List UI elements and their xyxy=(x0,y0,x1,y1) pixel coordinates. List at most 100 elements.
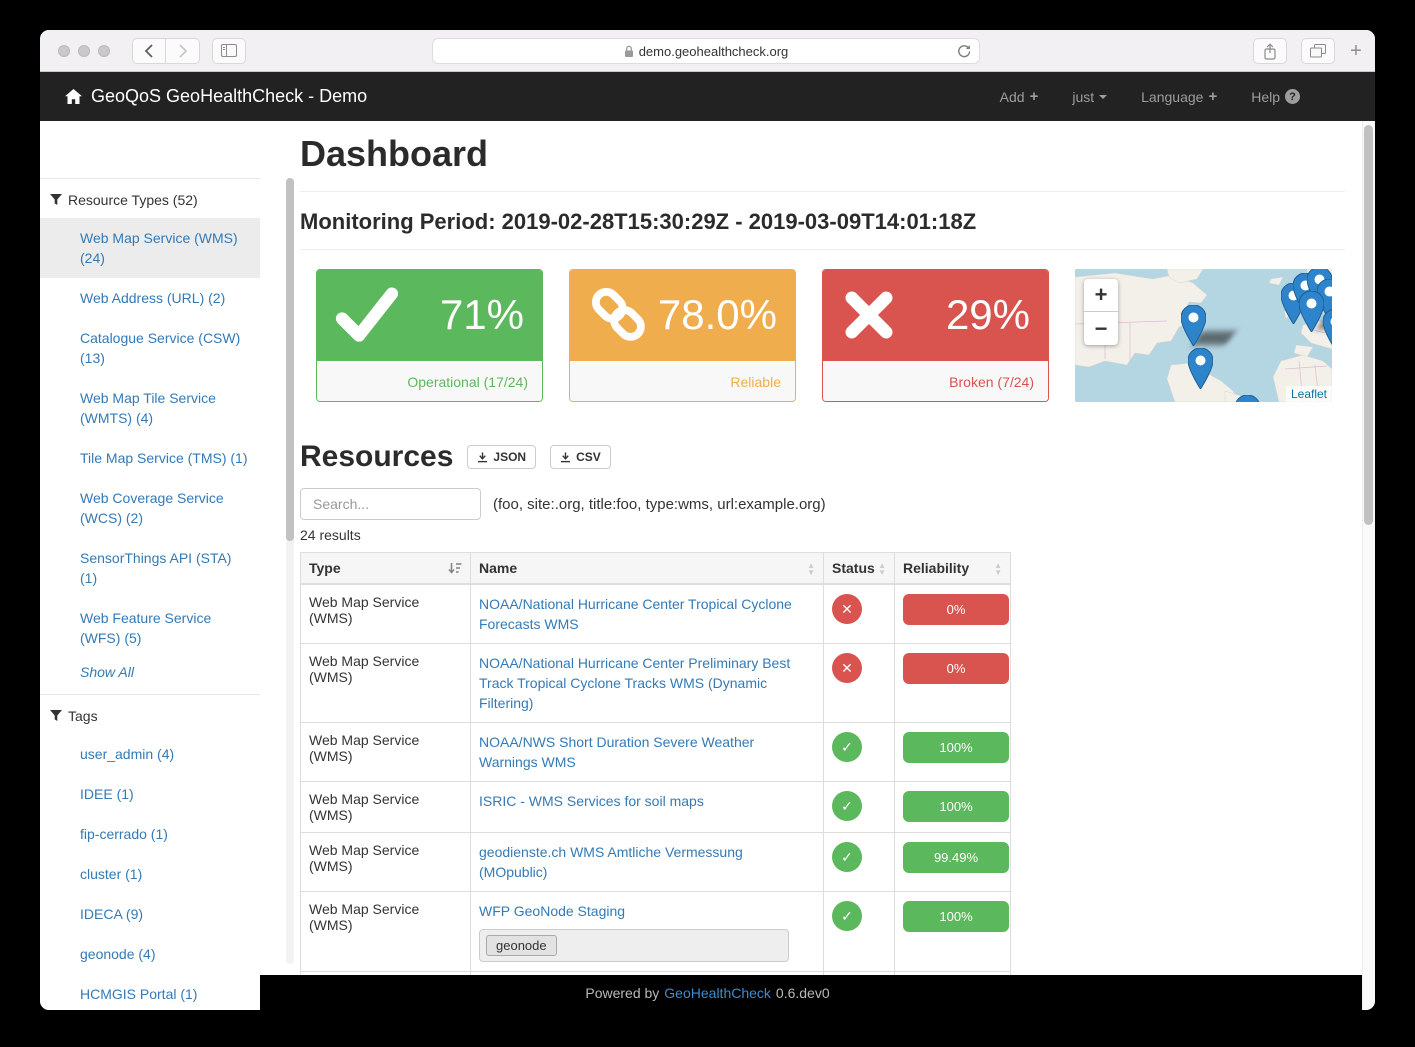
share-button[interactable] xyxy=(1253,38,1287,64)
zoom-out-button[interactable]: − xyxy=(1084,312,1118,345)
reliability-badge[interactable]: 0% xyxy=(903,594,1009,625)
map-zoom-control: + − xyxy=(1084,279,1118,345)
sidebar-tag-cluster[interactable]: cluster (1) xyxy=(40,854,260,894)
status-ok-icon[interactable]: ✓ xyxy=(832,732,862,762)
reload-button[interactable] xyxy=(957,44,971,62)
column-header-status[interactable]: Status▲▼ xyxy=(824,553,895,585)
sidebar-item-show-all[interactable]: Show All xyxy=(40,658,260,694)
minimize-window-icon[interactable] xyxy=(78,45,90,57)
resource-link[interactable]: NOAA/National Hurricane Center Tropical … xyxy=(479,596,792,632)
nav-language[interactable]: Language+ xyxy=(1141,88,1217,105)
app-navbar: GeoQoS GeoHealthCheck - Demo Add+ just L… xyxy=(40,72,1375,121)
sidebar-tag-ideca[interactable]: IDECA (9) xyxy=(40,894,260,934)
column-header-type[interactable]: Type xyxy=(301,553,471,585)
sidebar-item-tms[interactable]: Tile Map Service (TMS) (1) xyxy=(40,438,260,478)
address-bar[interactable]: demo.geohealthcheck.org xyxy=(432,38,980,64)
map-marker[interactable] xyxy=(1188,348,1213,389)
nav-help[interactable]: Help? xyxy=(1251,89,1300,105)
share-icon xyxy=(1263,43,1277,60)
status-broken-icon[interactable]: ✕ xyxy=(832,594,862,624)
resource-link[interactable]: ISRIC - WMS Services for soil maps xyxy=(479,793,704,809)
operational-value: 71% xyxy=(440,291,524,339)
forward-button[interactable] xyxy=(166,38,200,64)
sidebar-item-wcs[interactable]: Web Coverage Service (WCS) (2) xyxy=(40,478,260,538)
page-scrollbar-thumb[interactable] xyxy=(1364,125,1373,525)
tab-overview-button[interactable] xyxy=(1301,38,1335,64)
zoom-in-button[interactable]: + xyxy=(1084,279,1118,312)
download-csv-button[interactable]: CSV xyxy=(550,445,611,469)
map-marker[interactable] xyxy=(1299,291,1324,332)
search-input[interactable] xyxy=(300,488,481,520)
map-attribution[interactable]: Leaflet xyxy=(1286,386,1332,402)
sidebar-item-sta[interactable]: SensorThings API (STA) (1) xyxy=(40,538,260,598)
reliability-badge[interactable]: 100% xyxy=(903,901,1009,932)
main-content: Dashboard Monitoring Period: 2019-02-28T… xyxy=(300,121,1345,1010)
reliability-badge[interactable]: 100% xyxy=(903,791,1009,822)
download-json-button[interactable]: JSON xyxy=(467,445,536,469)
table-row: Web Map Service (WMS) NOAA/National Hurr… xyxy=(301,584,1011,644)
resource-link[interactable]: geodienste.ch WMS Amtliche Vermessung (M… xyxy=(479,844,743,880)
chevron-right-icon xyxy=(178,44,188,58)
download-icon xyxy=(477,452,488,463)
filter-icon xyxy=(50,194,62,206)
new-tab-button[interactable]: + xyxy=(1341,34,1371,68)
resources-title: Resources xyxy=(300,440,453,474)
table-row: Web Map Service (WMS) NOAA/National Hurr… xyxy=(301,644,1011,723)
column-header-reliability[interactable]: Reliability▲▼ xyxy=(895,553,1011,585)
plus-icon: + xyxy=(1208,88,1217,105)
sidebar-item-wms[interactable]: Web Map Service (WMS) (24) xyxy=(40,218,260,278)
results-count: 24 results xyxy=(300,527,1345,543)
footer-link[interactable]: GeoHealthCheck xyxy=(664,985,771,1001)
sidebar-tag-hcmgis[interactable]: HCMGIS Portal (1) xyxy=(40,974,260,1010)
status-ok-icon[interactable]: ✓ xyxy=(832,901,862,931)
column-header-name[interactable]: Name▲▼ xyxy=(471,553,824,585)
back-button[interactable] xyxy=(132,38,166,64)
map-marker[interactable] xyxy=(1181,305,1206,346)
resource-link[interactable]: WFP GeoNode Staging xyxy=(479,903,625,919)
sidebar-item-url[interactable]: Web Address (URL) (2) xyxy=(40,278,260,318)
operational-panel[interactable]: 71% Operational (17/24) xyxy=(316,269,543,402)
map-marker[interactable] xyxy=(1323,309,1332,350)
table-row: Web Map Service (WMS) WFP GeoNode Stagin… xyxy=(301,892,1011,972)
map-marker[interactable] xyxy=(1235,395,1260,402)
table-row: Web Map Service (WMS) geodienste.ch WMS … xyxy=(301,833,1011,892)
zoom-window-icon[interactable] xyxy=(98,45,110,57)
sort-icon: ▲▼ xyxy=(878,562,886,576)
sidebar-tag-geonode[interactable]: geonode (4) xyxy=(40,934,260,974)
tag-container: geonode xyxy=(479,929,789,962)
sidebar-item-wmts[interactable]: Web Map Tile Service (WMTS) (4) xyxy=(40,378,260,438)
reliability-badge[interactable]: 0% xyxy=(903,653,1009,684)
nav-add[interactable]: Add+ xyxy=(1000,88,1039,105)
table-row: Web Map Service (WMS) NOAA/NWS Short Dur… xyxy=(301,723,1011,782)
sort-icon: ▲▼ xyxy=(994,562,1002,576)
broken-value: 29% xyxy=(946,291,1030,339)
check-icon xyxy=(335,286,399,344)
resource-link[interactable]: NOAA/National Hurricane Center Prelimina… xyxy=(479,655,790,711)
nav-user-menu[interactable]: just xyxy=(1072,89,1107,105)
reliability-badge[interactable]: 99.49% xyxy=(903,842,1009,873)
resource-link[interactable]: NOAA/NWS Short Duration Severe Weather W… xyxy=(479,734,754,770)
plus-icon: + xyxy=(1030,88,1039,105)
x-icon xyxy=(841,287,897,343)
sidebar-item-wfs[interactable]: Web Feature Service (WFS) (5) xyxy=(40,598,260,658)
browser-toolbar: demo.geohealthcheck.org + xyxy=(40,30,1375,72)
reliability-badge[interactable]: 100% xyxy=(903,732,1009,763)
chevron-left-icon xyxy=(144,44,154,58)
sidebar: Resource Types (52) Web Map Service (WMS… xyxy=(40,121,260,1010)
sidebar-item-csw[interactable]: Catalogue Service (CSW) (13) xyxy=(40,318,260,378)
sidebar-tag-idee[interactable]: IDEE (1) xyxy=(40,774,260,814)
tag-chip[interactable]: geonode xyxy=(486,935,557,956)
chevron-down-icon xyxy=(1099,95,1107,99)
sidebar-tag-user-admin[interactable]: user_admin (4) xyxy=(40,734,260,774)
reliable-panel[interactable]: 78.0% Reliable xyxy=(569,269,796,402)
status-ok-icon[interactable]: ✓ xyxy=(832,842,862,872)
status-broken-icon[interactable]: ✕ xyxy=(832,653,862,683)
sidebar-toggle-button[interactable] xyxy=(212,38,246,64)
sidebar-scrollbar-thumb[interactable] xyxy=(286,178,294,541)
close-window-icon[interactable] xyxy=(58,45,70,57)
brand[interactable]: GeoQoS GeoHealthCheck - Demo xyxy=(65,86,367,107)
resource-map[interactable]: + − Leaflet xyxy=(1075,269,1332,402)
sidebar-tag-fip-cerrado[interactable]: fip-cerrado (1) xyxy=(40,814,260,854)
status-ok-icon[interactable]: ✓ xyxy=(832,791,862,821)
broken-panel[interactable]: 29% Broken (7/24) xyxy=(822,269,1049,402)
